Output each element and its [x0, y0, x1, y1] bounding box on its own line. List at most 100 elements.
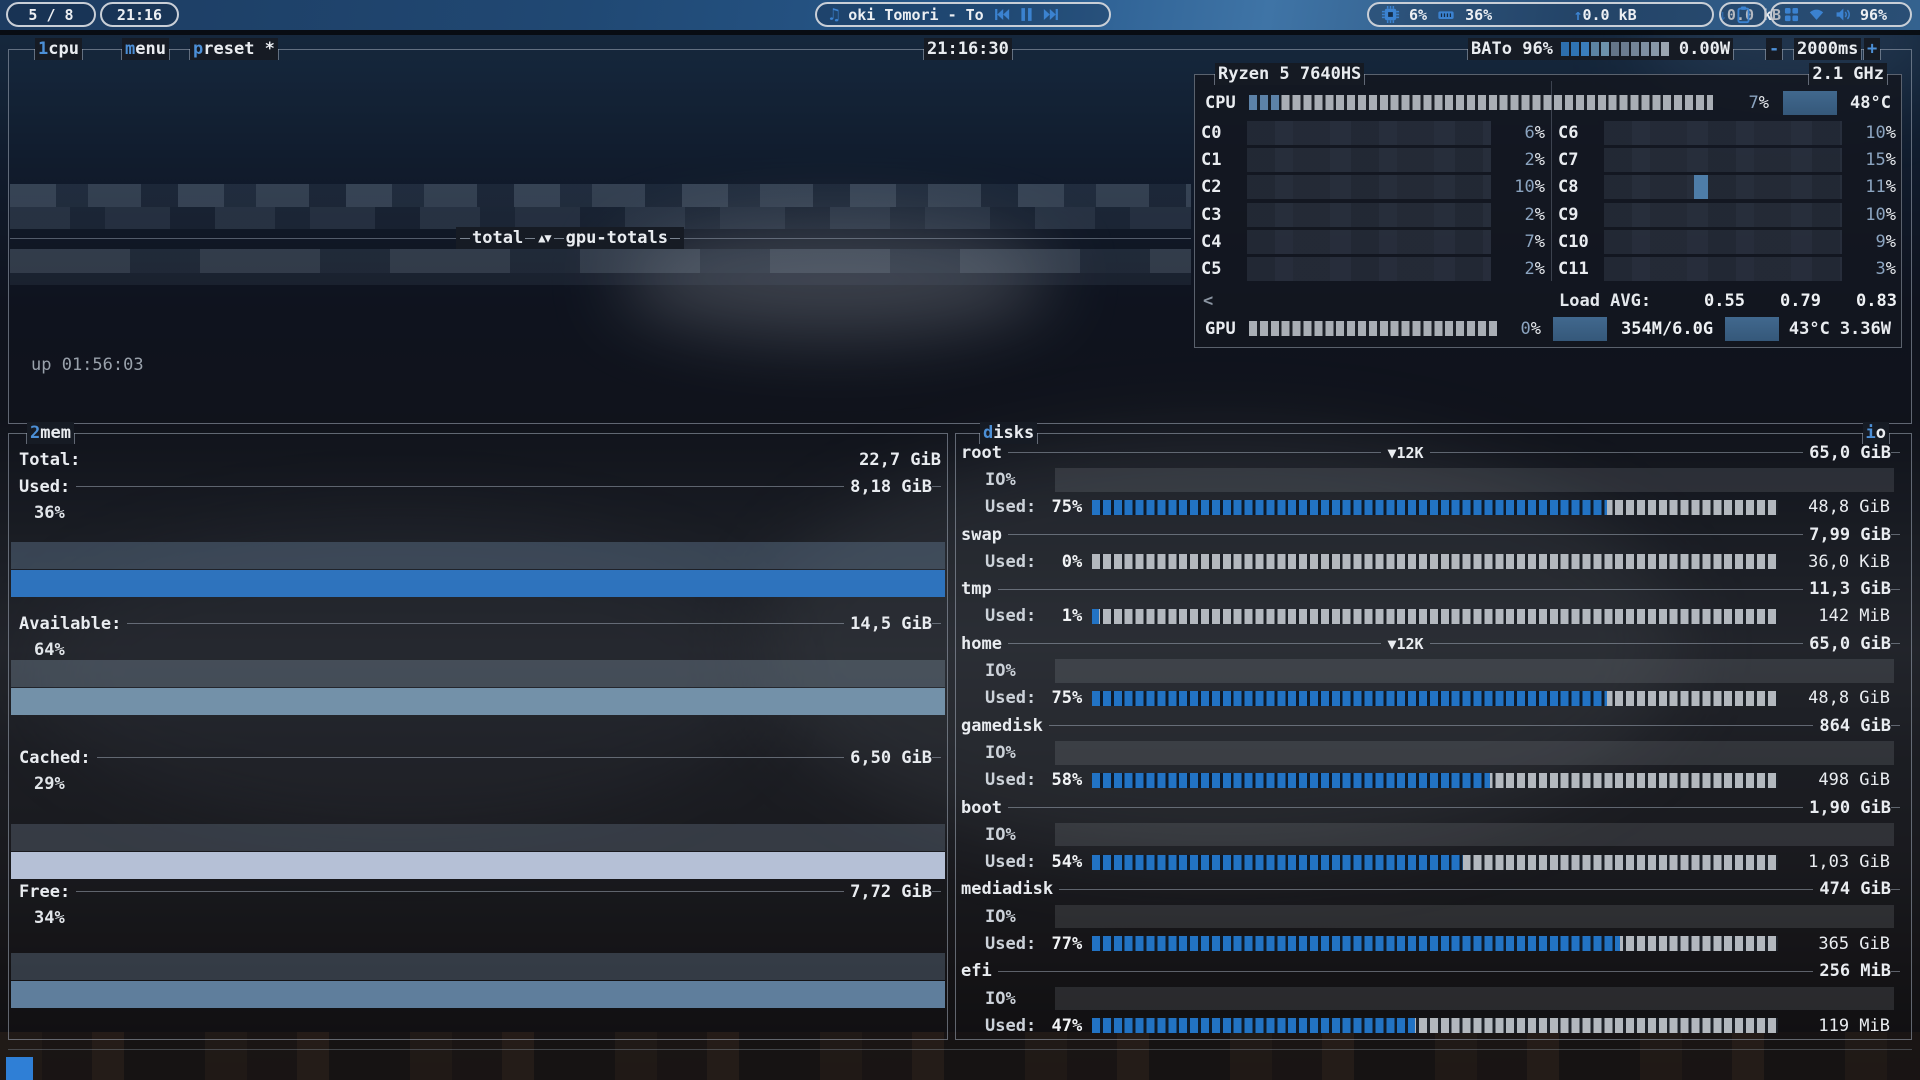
- disk-used-row: Used:47%119 MiB: [957, 1012, 1910, 1039]
- scroll-left-icon[interactable]: <: [1203, 291, 1213, 311]
- disk-used-label: Used:: [985, 606, 1036, 626]
- core-row: C47%: [1195, 228, 1551, 255]
- mem-graph-bar: [11, 953, 945, 980]
- disk-used-label: Used:: [985, 552, 1036, 572]
- percent-sign: %: [1535, 150, 1545, 170]
- core-graph: [1604, 148, 1842, 172]
- disk-used-meter: [1092, 773, 1778, 788]
- disk-total-size: 11,3 GiB: [1809, 579, 1891, 599]
- load-average-row: < Load AVG: 0.550.790.83: [1195, 287, 1901, 314]
- media-previous-button[interactable]: [993, 6, 1010, 23]
- disk-total-size: 65,0 GiB: [1809, 443, 1891, 463]
- disk-io-row: IO%: [957, 657, 1910, 684]
- graph-mode-total[interactable]: total: [472, 228, 523, 248]
- graph-mode-gpu-totals[interactable]: gpu-totals: [566, 228, 668, 248]
- uptime-text: up 01:56:03: [31, 355, 144, 375]
- divider-line: [998, 971, 1814, 972]
- percent-sign: %: [1531, 319, 1541, 339]
- preset-hotkey: p: [193, 38, 203, 60]
- cpu-graph-upper: [10, 184, 1191, 207]
- disk-used-value: 498 GiB: [1788, 770, 1890, 790]
- preset-button[interactable]: preset *: [190, 38, 278, 60]
- cpu-total-row: CPU 7% 48°C: [1195, 89, 1901, 116]
- load-average-value: 0.55: [1669, 291, 1745, 311]
- disk-name: efi: [961, 961, 992, 981]
- mem-stat-value: 6,50 GiB: [850, 748, 932, 768]
- battery-segment: [1581, 42, 1589, 56]
- divider-line-stub: [932, 891, 941, 892]
- divider-line-stub: [932, 623, 941, 624]
- disk-io-graph: [1055, 823, 1894, 846]
- divider-line: [76, 891, 844, 892]
- core-percent: 2%: [1499, 205, 1545, 225]
- core-graph: [1247, 257, 1491, 281]
- percent-number: 15: [1865, 150, 1885, 170]
- btop-clock: 21:16:30: [924, 38, 1012, 60]
- disk-io-rate-marker: ▼12K: [1387, 444, 1423, 462]
- gpu-mem-graph: [1553, 317, 1607, 341]
- mem-graph-bar: [11, 570, 945, 597]
- core-row: C52%: [1195, 255, 1551, 282]
- plus-icon: +: [1867, 38, 1877, 60]
- mem-stat-row: Free:7,72 GiB: [19, 878, 941, 905]
- core-list-left: C06%C12%C210%C32%C47%C52%: [1195, 119, 1551, 283]
- disk-used-label: Used:: [985, 770, 1036, 790]
- clipboard-pill[interactable]: [1719, 2, 1767, 27]
- disk-used-value: 365 GiB: [1788, 934, 1890, 954]
- mem-stat-percent: 29%: [34, 771, 65, 798]
- mem-stat-value: 14,5 GiB: [850, 614, 932, 634]
- quick-settings-pill[interactable]: 96%: [1770, 2, 1912, 27]
- workspace-indicator[interactable]: 5 / 8: [6, 2, 96, 27]
- percent-sign: %: [1535, 177, 1545, 197]
- mem-stat-label: Total:: [19, 450, 80, 470]
- disk-used-label: Used:: [985, 934, 1036, 954]
- mem-stat-row: Used:8,18 GiB: [19, 473, 941, 500]
- menu-button[interactable]: menu: [122, 38, 169, 60]
- disk-total-size: 474 GiB: [1819, 879, 1891, 899]
- mem-stat-percent: 34%: [34, 905, 65, 932]
- disk-name: swap: [961, 525, 1002, 545]
- divider-line-stub: [1891, 889, 1900, 890]
- menu-hotkey: m: [125, 38, 135, 60]
- desktop: 5 / 8 21:16 ♫ oki Tomori - To 6%: [0, 0, 1920, 1080]
- disk-io-label: IO%: [985, 825, 1016, 845]
- core-percent: 6%: [1499, 123, 1545, 143]
- disk-used-meter: [1092, 554, 1778, 569]
- core-row: C910%: [1552, 201, 1902, 228]
- disk-used-row: Used:1%142 MiB: [957, 603, 1910, 630]
- clock-pill[interactable]: 21:16: [100, 2, 179, 27]
- core-graph-blip: [1694, 175, 1708, 199]
- percent-sign: %: [1886, 205, 1896, 225]
- disk-header-row: mediadisk474 GiB: [957, 876, 1910, 903]
- media-player-pill[interactable]: ♫ oki Tomori - To: [815, 2, 1111, 27]
- core-percent: 2%: [1499, 150, 1545, 170]
- disk-used-row: Used:0%36,0 KiB: [957, 548, 1910, 575]
- mem-stat-percent: 36%: [34, 500, 65, 527]
- cpu-graph-mode-selector[interactable]: total ▲▼ gpu-totals: [456, 227, 684, 249]
- mem-stat-label: Available:: [19, 614, 121, 634]
- media-pause-button[interactable]: [1019, 6, 1034, 23]
- up-down-arrows-icon[interactable]: ▲▼: [538, 231, 550, 245]
- core-graph: [1604, 230, 1842, 254]
- cpu-frequency: 2.1 GHz: [1809, 63, 1887, 85]
- disk-total-size: 65,0 GiB: [1809, 634, 1891, 654]
- divider-line-stub: [1891, 589, 1900, 590]
- meter-fill: [1092, 855, 1462, 870]
- gpu-label: GPU: [1205, 319, 1249, 339]
- divider-dash: [460, 238, 470, 239]
- disk-total-size: 256 MiB: [1819, 961, 1891, 981]
- disk-io-row: IO%: [957, 985, 1910, 1012]
- interval-increase-button[interactable]: +: [1864, 38, 1880, 60]
- disk-io-graph: [1055, 468, 1894, 491]
- divider-line-stub: [932, 486, 941, 487]
- percent-sign: %: [1886, 150, 1896, 170]
- mem-stat-value: 22,7 GiB: [859, 450, 941, 470]
- disk-used-label: Used:: [985, 1016, 1036, 1036]
- mem-stat-label: Free:: [19, 882, 70, 902]
- core-row: C06%: [1195, 119, 1551, 146]
- system-stats-pill[interactable]: 6% 36% ↑0.0 kB ↓0.0 kB: [1367, 2, 1714, 27]
- core-percent: 7%: [1499, 232, 1545, 252]
- load-average-value: 0.79: [1745, 291, 1821, 311]
- media-next-button[interactable]: [1043, 6, 1060, 23]
- mem-graph-bar: [11, 688, 945, 715]
